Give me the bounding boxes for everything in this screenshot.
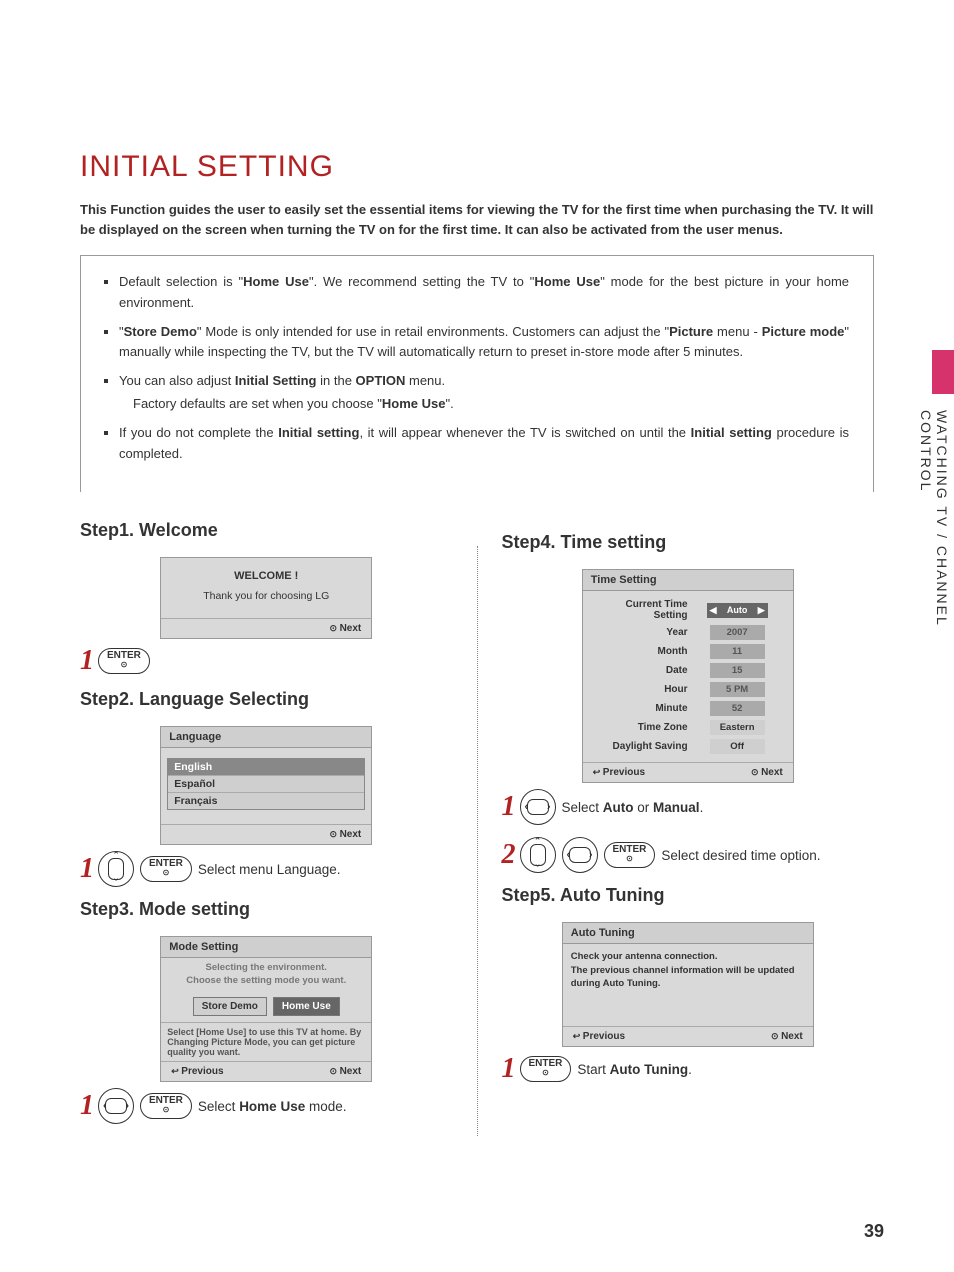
note-4: If you do not complete the Initial setti… (119, 423, 849, 465)
enter-button[interactable]: ENTER⊙ (98, 648, 150, 674)
step4-action1: 1 Select Auto or Manual. (502, 789, 875, 825)
time-row-value: 5 PM (692, 680, 783, 699)
page-number: 39 (864, 1221, 884, 1242)
step3-action: 1 ENTER⊙ Select Home Use mode. (80, 1088, 453, 1124)
step4-action2-text: Select desired time option. (661, 848, 820, 863)
time-row-label: Current Time Setting (593, 597, 692, 623)
prev-label: Previous (593, 767, 645, 778)
step-index-1: 1 (80, 645, 94, 677)
time-row-value: Eastern (692, 718, 783, 737)
welcome-sub: Thank you for choosing LG (171, 590, 361, 602)
time-row-label: Month (593, 642, 692, 661)
time-row-value: ◀Auto▶ (692, 597, 783, 623)
note-1: Default selection is "Home Use". We reco… (119, 272, 849, 314)
lang-option-english[interactable]: English (168, 759, 364, 776)
next-label: Next (330, 829, 362, 840)
step2-action-text: Select menu Language. (198, 862, 341, 877)
mode-header: Mode Setting (161, 937, 371, 958)
column-divider (477, 546, 478, 1136)
autotune-body2: The previous channel information will be… (571, 964, 805, 991)
section-label: WATCHING TV / CHANNEL CONTROL (918, 410, 950, 690)
time-row-value: 11 (692, 642, 783, 661)
step5-action: 1 ENTER⊙ Start Auto Tuning. (502, 1053, 875, 1085)
next-label: Next (771, 1031, 803, 1042)
step-index-1: 1 (502, 1053, 516, 1085)
mode-panel: Mode Setting Selecting the environment. … (160, 936, 372, 1082)
dpad-vertical[interactable] (98, 851, 134, 887)
note-2: "Store Demo" Mode is only intended for u… (119, 322, 849, 364)
step3-action-text: Select Home Use mode. (198, 1099, 347, 1114)
notes-box: Default selection is "Home Use". We reco… (80, 255, 874, 492)
mode-title1: Selecting the environment. (167, 962, 365, 974)
step-index-1: 1 (502, 791, 516, 823)
autotune-header: Auto Tuning (563, 923, 813, 944)
next-label: Next (330, 623, 362, 634)
step1-action: 1 ENTER⊙ (80, 645, 453, 677)
time-row-value: 52 (692, 699, 783, 718)
home-use-button[interactable]: Home Use (273, 997, 340, 1016)
dpad-horizontal[interactable] (520, 789, 556, 825)
note-3-sub: Factory defaults are set when you choose… (133, 394, 849, 415)
step5-heading: Step5. Auto Tuning (502, 885, 875, 906)
step3-heading: Step3. Mode setting (80, 899, 453, 920)
time-row-label: Date (593, 661, 692, 680)
time-row-value: 2007 (692, 623, 783, 642)
enter-button[interactable]: ENTER⊙ (140, 856, 192, 882)
next-label: Next (330, 1066, 362, 1077)
lang-option-francais[interactable]: Français (168, 793, 364, 809)
note-3: You can also adjust Initial Setting in t… (119, 371, 849, 392)
step-index-1: 1 (80, 1090, 94, 1122)
step4-action1-text: Select Auto or Manual. (562, 800, 704, 815)
enter-button[interactable]: ENTER⊙ (520, 1056, 572, 1082)
prev-label: Previous (573, 1031, 625, 1042)
step4-action2: 2 ENTER⊙ Select desired time option. (502, 837, 875, 873)
intro-text: This Function guides the user to easily … (80, 200, 874, 239)
language-header: Language (161, 727, 371, 748)
language-panel: Language English Español Français Next (160, 726, 372, 845)
welcome-title: WELCOME ! (171, 570, 361, 582)
step1-heading: Step1. Welcome (80, 520, 453, 541)
step4-heading: Step4. Time setting (502, 532, 875, 553)
time-row-label: Year (593, 623, 692, 642)
mode-title2: Choose the setting mode you want. (167, 975, 365, 987)
dpad-vertical[interactable] (520, 837, 556, 873)
prev-label: Previous (171, 1066, 223, 1077)
time-header: Time Setting (583, 570, 793, 591)
time-row-label: Minute (593, 699, 692, 718)
step-index-2: 2 (502, 839, 516, 871)
autotune-panel: Auto Tuning Check your antenna connectio… (562, 922, 814, 1047)
autotune-body1: Check your antenna connection. (571, 950, 805, 963)
side-tab-accent (932, 350, 954, 394)
time-row-label: Hour (593, 680, 692, 699)
mode-note: Select [Home Use] to use this TV at home… (161, 1022, 371, 1061)
lang-option-espanol[interactable]: Español (168, 776, 364, 793)
dpad-horizontal[interactable] (562, 837, 598, 873)
dpad-horizontal[interactable] (98, 1088, 134, 1124)
step2-heading: Step2. Language Selecting (80, 689, 453, 710)
time-row-value: Off (692, 737, 783, 756)
step-index-1: 1 (80, 853, 94, 885)
welcome-panel: WELCOME ! Thank you for choosing LG Next (160, 557, 372, 639)
time-panel: Time Setting Current Time Setting◀Auto▶Y… (582, 569, 794, 783)
step2-action: 1 ENTER⊙ Select menu Language. (80, 851, 453, 887)
time-row-label: Time Zone (593, 718, 692, 737)
step5-action-text: Start Auto Tuning. (577, 1062, 692, 1077)
time-row-value: 15 (692, 661, 783, 680)
next-label: Next (751, 767, 783, 778)
enter-button[interactable]: ENTER⊙ (140, 1093, 192, 1119)
time-row-label: Daylight Saving (593, 737, 692, 756)
page-title: INITIAL SETTING (80, 150, 874, 184)
enter-button[interactable]: ENTER⊙ (604, 842, 656, 868)
store-demo-button[interactable]: Store Demo (193, 997, 267, 1016)
